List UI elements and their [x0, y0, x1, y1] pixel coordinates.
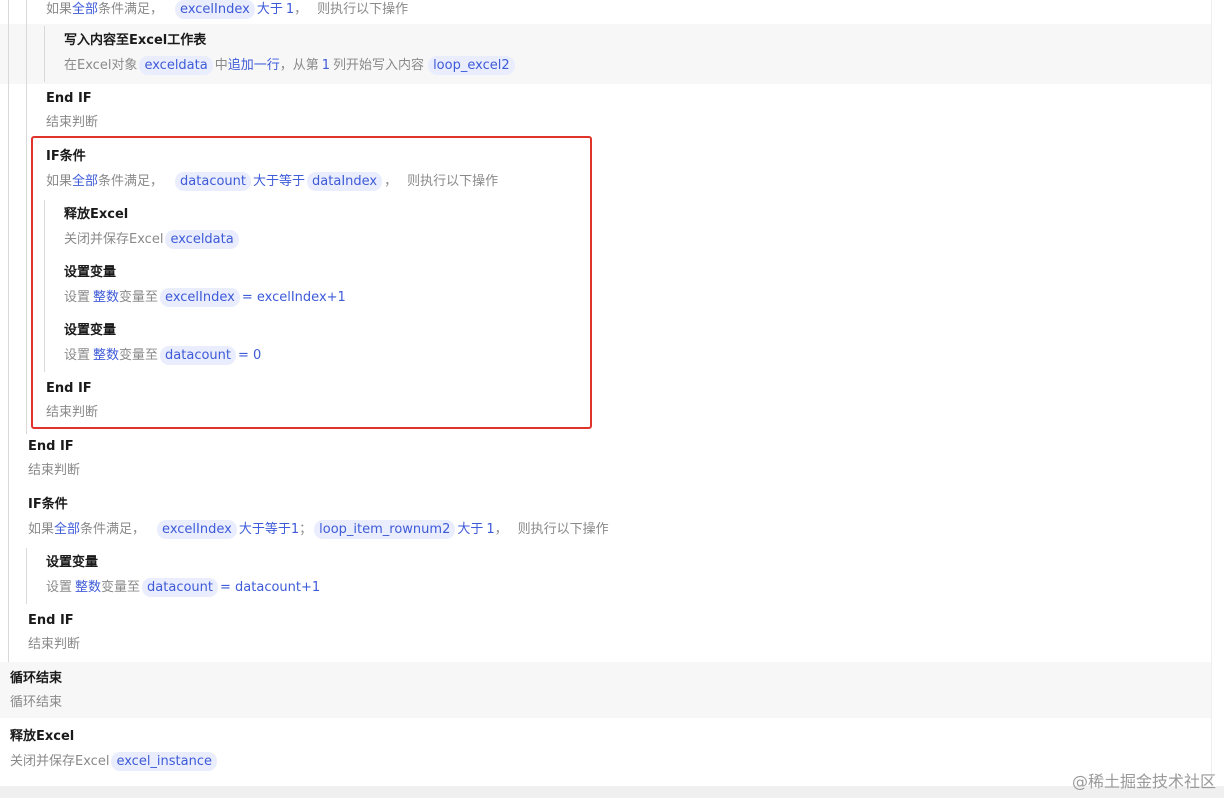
variable-pill[interactable]: excelIndex	[175, 0, 255, 19]
indent-guide-level-1	[8, 0, 9, 662]
variable-pill[interactable]: excelIndex	[157, 520, 237, 539]
match-mode-link[interactable]: 全部	[54, 521, 80, 539]
step-description: 如果 全部 条件满足， excelIndex 大于等于 1； loop_item_ro…	[28, 520, 609, 539]
step-end-if[interactable]: End IF 结束判断	[46, 380, 1224, 428]
step-description: 结束判断	[28, 637, 81, 652]
write-mode-link[interactable]: 追加一行	[228, 57, 280, 75]
step-description: 如果 全部 条件满足， datacount 大于等于 dataIndex ， 则执行…	[46, 172, 499, 191]
step-title: IF条件	[46, 149, 86, 164]
step-write-excel[interactable]: 写入内容至Excel工作表 在Excel对象 exceldata 中追加一行 ，从…	[64, 32, 1224, 80]
variable-pill[interactable]: excel_instance	[111, 752, 218, 771]
variable-pill[interactable]: loop_item_rownum2	[314, 520, 456, 539]
step-set-variable[interactable]: 设置变量 设置 整数 变量至 excelIndex = excelIndex+1	[64, 264, 1224, 312]
variable-pill[interactable]: loop_excel2	[428, 56, 515, 75]
step-title: End IF	[46, 381, 92, 396]
indent-guide-level-2b	[26, 548, 27, 604]
step-title: 写入内容至Excel工作表	[64, 33, 207, 48]
step-description: 结束判断	[46, 115, 99, 130]
step-if-excelindex[interactable]: IF条件 如果 全部 条件满足， excelIndex 大于等于 1； loop_it…	[28, 496, 1224, 544]
variable-pill[interactable]: datacount	[160, 346, 237, 365]
horizontal-scrollbar[interactable]	[0, 786, 1224, 798]
variable-pill[interactable]: datacount	[175, 172, 252, 191]
step-description: 设置 整数 变量至 datacount = datacount+1	[46, 578, 321, 597]
step-description: 结束判断	[28, 463, 81, 478]
step-description: 关闭并保存Excel exceldata	[64, 230, 241, 249]
match-mode-link[interactable]: 全部	[72, 173, 98, 191]
variable-pill[interactable]: dataIndex	[307, 172, 383, 191]
step-description: 结束判断	[46, 405, 99, 420]
step-description: 关闭并保存Excel excel_instance	[10, 752, 219, 771]
step-title: IF条件	[28, 497, 68, 512]
step-description: 如果 全部 条件满足， excelIndex 大于 1 ， 则执行以下操作	[46, 0, 409, 19]
step-title: 设置变量	[64, 265, 117, 280]
step-title: 设置变量	[46, 555, 99, 570]
step-end-if[interactable]: End IF 结束判断	[28, 612, 1224, 660]
step-title: 循环结束	[10, 671, 63, 686]
step-title: 释放Excel	[10, 729, 75, 744]
step-set-variable[interactable]: 设置变量 设置 整数 变量至 datacount = datacount+1	[46, 554, 1224, 602]
step-title: End IF	[28, 613, 74, 628]
match-mode-link[interactable]: 全部	[72, 1, 98, 19]
variable-pill[interactable]: exceldata	[165, 230, 239, 249]
step-end-if[interactable]: End IF 结束判断	[46, 90, 1224, 138]
step-release-excel[interactable]: 释放Excel 关闭并保存Excel excel_instance	[10, 728, 1224, 776]
step-title: End IF	[28, 439, 74, 454]
type-link[interactable]: 整数	[93, 289, 119, 307]
step-description: 在Excel对象 exceldata 中追加一行 ，从第 1 列开始写入内容 lo…	[64, 56, 517, 75]
type-link[interactable]: 整数	[93, 347, 119, 365]
variable-pill[interactable]: datacount	[142, 578, 219, 597]
workflow-canvas: 如果 全部 条件满足， excelIndex 大于 1 ， 则执行以下操作 写入内容…	[0, 0, 1224, 798]
watermark-text: @稀土掘金技术社区	[1071, 772, 1216, 791]
step-title: 释放Excel	[64, 207, 129, 222]
variable-pill[interactable]: exceldata	[139, 56, 213, 75]
indent-guide-level-2	[26, 0, 27, 434]
step-title: End IF	[46, 91, 92, 106]
step-end-if[interactable]: End IF 结束判断	[28, 438, 1224, 486]
step-description: 循环结束	[10, 695, 63, 710]
indent-guide-level-3	[44, 26, 45, 82]
indent-guide-level-3b	[44, 200, 45, 372]
vertical-scrollbar[interactable]	[1211, 0, 1224, 786]
step-title: 设置变量	[64, 323, 117, 338]
step-release-excel[interactable]: 释放Excel 关闭并保存Excel exceldata	[64, 206, 1224, 254]
step-description: 设置 整数 变量至 datacount = 0	[64, 346, 262, 365]
variable-pill[interactable]: excelIndex	[160, 288, 240, 307]
step-loop-end[interactable]: 循环结束 循环结束	[10, 670, 1224, 718]
step-set-variable[interactable]: 设置变量 设置 整数 变量至 datacount = 0	[64, 322, 1224, 370]
step-description: 设置 整数 变量至 excelIndex = excelIndex+1	[64, 288, 346, 307]
type-link[interactable]: 整数	[75, 579, 101, 597]
step-if-top[interactable]: 如果 全部 条件满足， excelIndex 大于 1 ， 则执行以下操作	[46, 0, 1224, 24]
step-if-datacount[interactable]: IF条件 如果 全部 条件满足， datacount 大于等于 dataIndex …	[46, 148, 1224, 196]
